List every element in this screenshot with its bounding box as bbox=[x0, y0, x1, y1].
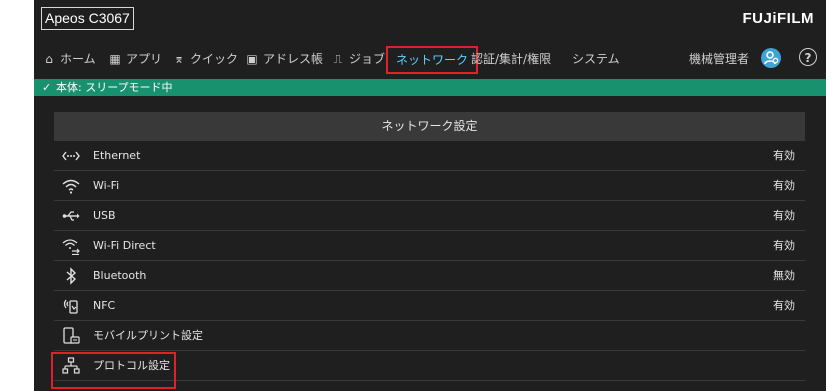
bluetooth-icon bbox=[66, 267, 77, 285]
row-nfc[interactable]: NFC 有効 bbox=[54, 291, 805, 321]
row-ethernet-status: 有効 bbox=[773, 149, 795, 162]
nav-apps[interactable]: ▦ アプリ bbox=[108, 48, 162, 70]
nfc-icon bbox=[63, 299, 78, 314]
row-wifi-label: Wi-Fi bbox=[93, 179, 120, 192]
nav-authentication[interactable]: 認証/集計/権限 bbox=[471, 48, 551, 70]
row-mobile-print-settings[interactable]: モバイルプリント設定 bbox=[54, 321, 805, 351]
row-bluetooth-status: 無効 bbox=[773, 269, 795, 282]
title-bar: Apeos C3067 FUJiFILM bbox=[34, 0, 826, 40]
nav-quick[interactable]: ⌆ クイック bbox=[172, 48, 238, 70]
row-wifi-direct[interactable]: Wi-Fi Direct 有効 bbox=[54, 231, 805, 261]
nav-system-label: システム bbox=[572, 52, 620, 66]
row-bluetooth-label: Bluetooth bbox=[93, 269, 147, 282]
brand-logo: FUJiFILM bbox=[742, 10, 814, 27]
status-text: 本体: スリープモード中 bbox=[56, 81, 173, 94]
main-navigation: ⌂ ホーム ▦ アプリ ⌆ クイック ▣ アドレス帳 ⎍ ジョブ ネットワーク 認証/集計… bbox=[34, 44, 826, 76]
row-nfc-status: 有効 bbox=[773, 299, 795, 312]
user-icon bbox=[764, 51, 779, 65]
admin-avatar-icon[interactable] bbox=[761, 48, 781, 68]
row-usb-label: USB bbox=[93, 209, 116, 222]
nav-system[interactable]: システム bbox=[572, 48, 620, 70]
row-wifi-direct-status: 有効 bbox=[773, 239, 795, 252]
admin-label[interactable]: 機械管理者 bbox=[689, 50, 749, 67]
row-usb[interactable]: USB 有効 bbox=[54, 201, 805, 231]
quick-icon: ⌆ bbox=[173, 52, 185, 66]
network-settings-panel: ネットワーク設定 Ethernet 有効 Wi-Fi 有効 USB 有効 Wi-… bbox=[51, 112, 805, 391]
row-nfc-label: NFC bbox=[93, 299, 116, 312]
nav-network-label: ネットワーク bbox=[396, 53, 469, 67]
home-icon: ⌂ bbox=[45, 52, 53, 66]
panel-title: ネットワーク設定 bbox=[54, 112, 805, 141]
wifi-icon bbox=[62, 179, 80, 194]
job-icon: ⎍ bbox=[333, 52, 343, 66]
nav-quick-label: クイック bbox=[190, 52, 239, 66]
usb-icon bbox=[62, 211, 80, 221]
help-icon[interactable]: ? bbox=[799, 48, 817, 66]
wifi-direct-icon bbox=[62, 239, 80, 255]
ethernet-icon bbox=[62, 151, 80, 161]
row-bluetooth[interactable]: Bluetooth 無効 bbox=[54, 261, 805, 291]
nav-job-label: ジョブ bbox=[349, 52, 386, 66]
row-wifi-direct-label: Wi-Fi Direct bbox=[93, 239, 156, 252]
row-mobile-print-label: モバイルプリント設定 bbox=[93, 329, 203, 342]
app-window: Apeos C3067 FUJiFILM ⌂ ホーム ▦ アプリ ⌆ クイック ▣ アド… bbox=[34, 0, 826, 391]
row-wifi[interactable]: Wi-Fi 有効 bbox=[54, 171, 805, 201]
row-ethernet[interactable]: Ethernet 有効 bbox=[54, 141, 805, 171]
check-icon: ✓ bbox=[42, 81, 52, 94]
nav-job[interactable]: ⎍ ジョブ bbox=[331, 48, 385, 70]
protocol-settings-highlight bbox=[51, 352, 176, 389]
row-wifi-status: 有効 bbox=[773, 179, 795, 192]
address-book-icon: ▣ bbox=[246, 52, 258, 66]
row-ethernet-label: Ethernet bbox=[93, 149, 141, 162]
nav-home-label: ホーム bbox=[60, 52, 96, 66]
row-usb-status: 有効 bbox=[773, 209, 795, 222]
nav-address-book-label: アドレス帳 bbox=[263, 52, 324, 66]
status-bar: ✓ 本体: スリープモード中 bbox=[34, 79, 826, 96]
nav-address-book[interactable]: ▣ アドレス帳 bbox=[245, 48, 323, 70]
nav-authentication-label: 認証/集計/権限 bbox=[471, 52, 552, 66]
mobile-print-icon bbox=[63, 327, 80, 344]
nav-home[interactable]: ⌂ ホーム bbox=[42, 48, 96, 70]
nav-apps-label: アプリ bbox=[126, 52, 163, 66]
apps-icon: ▦ bbox=[109, 52, 121, 66]
nav-network[interactable]: ネットワーク bbox=[386, 46, 479, 74]
device-title: Apeos C3067 bbox=[41, 7, 134, 30]
